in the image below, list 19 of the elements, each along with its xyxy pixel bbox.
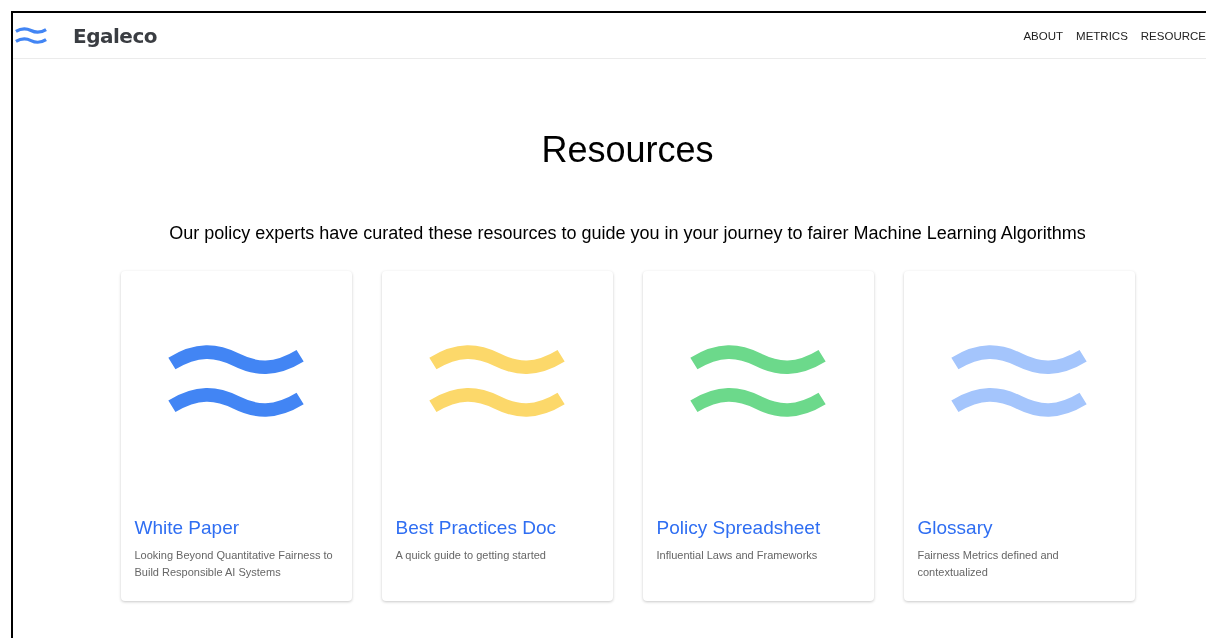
- resource-card[interactable]: Glossary Fairness Metrics defined and contextualized: [903, 271, 1135, 601]
- page-subtitle: Our policy experts have curated these resources to guide you in your journey to fairer Machine Learning Algorithms: [169, 223, 1086, 244]
- card-title-link[interactable]: Glossary: [917, 517, 1121, 539]
- brand-name[interactable]: Egaleco: [73, 23, 157, 48]
- page-title: Resources: [541, 129, 714, 171]
- card-title-link[interactable]: Policy Spreadsheet: [656, 517, 860, 539]
- card-title-link[interactable]: White Paper: [134, 517, 338, 539]
- card-description: Fairness Metrics defined and contextualized: [917, 548, 1060, 580]
- logo-icon: [15, 24, 47, 47]
- resource-card[interactable]: Best Practices Doc A quick guide to getting started: [381, 271, 613, 601]
- resource-card[interactable]: Policy Spreadsheet Influential Laws and Frameworks: [642, 271, 874, 601]
- card-description: A quick guide to getting started: [395, 548, 547, 563]
- nav-link[interactable]: METRICS: [1076, 29, 1128, 42]
- card-title-link[interactable]: Best Practices Doc: [395, 517, 599, 539]
- card-description: Looking Beyond Quantitative Fairness to Build Responsible AI Systems: [134, 548, 334, 580]
- card-description: Influential Laws and Frameworks: [656, 548, 819, 563]
- resource-card[interactable]: White Paper Looking Beyond Quantitative Fairness to Build Responsible AI Systems: [120, 271, 352, 601]
- nav-link[interactable]: ABOUT: [1023, 29, 1064, 42]
- nav-link[interactable]: RESOURCE: [1140, 29, 1206, 42]
